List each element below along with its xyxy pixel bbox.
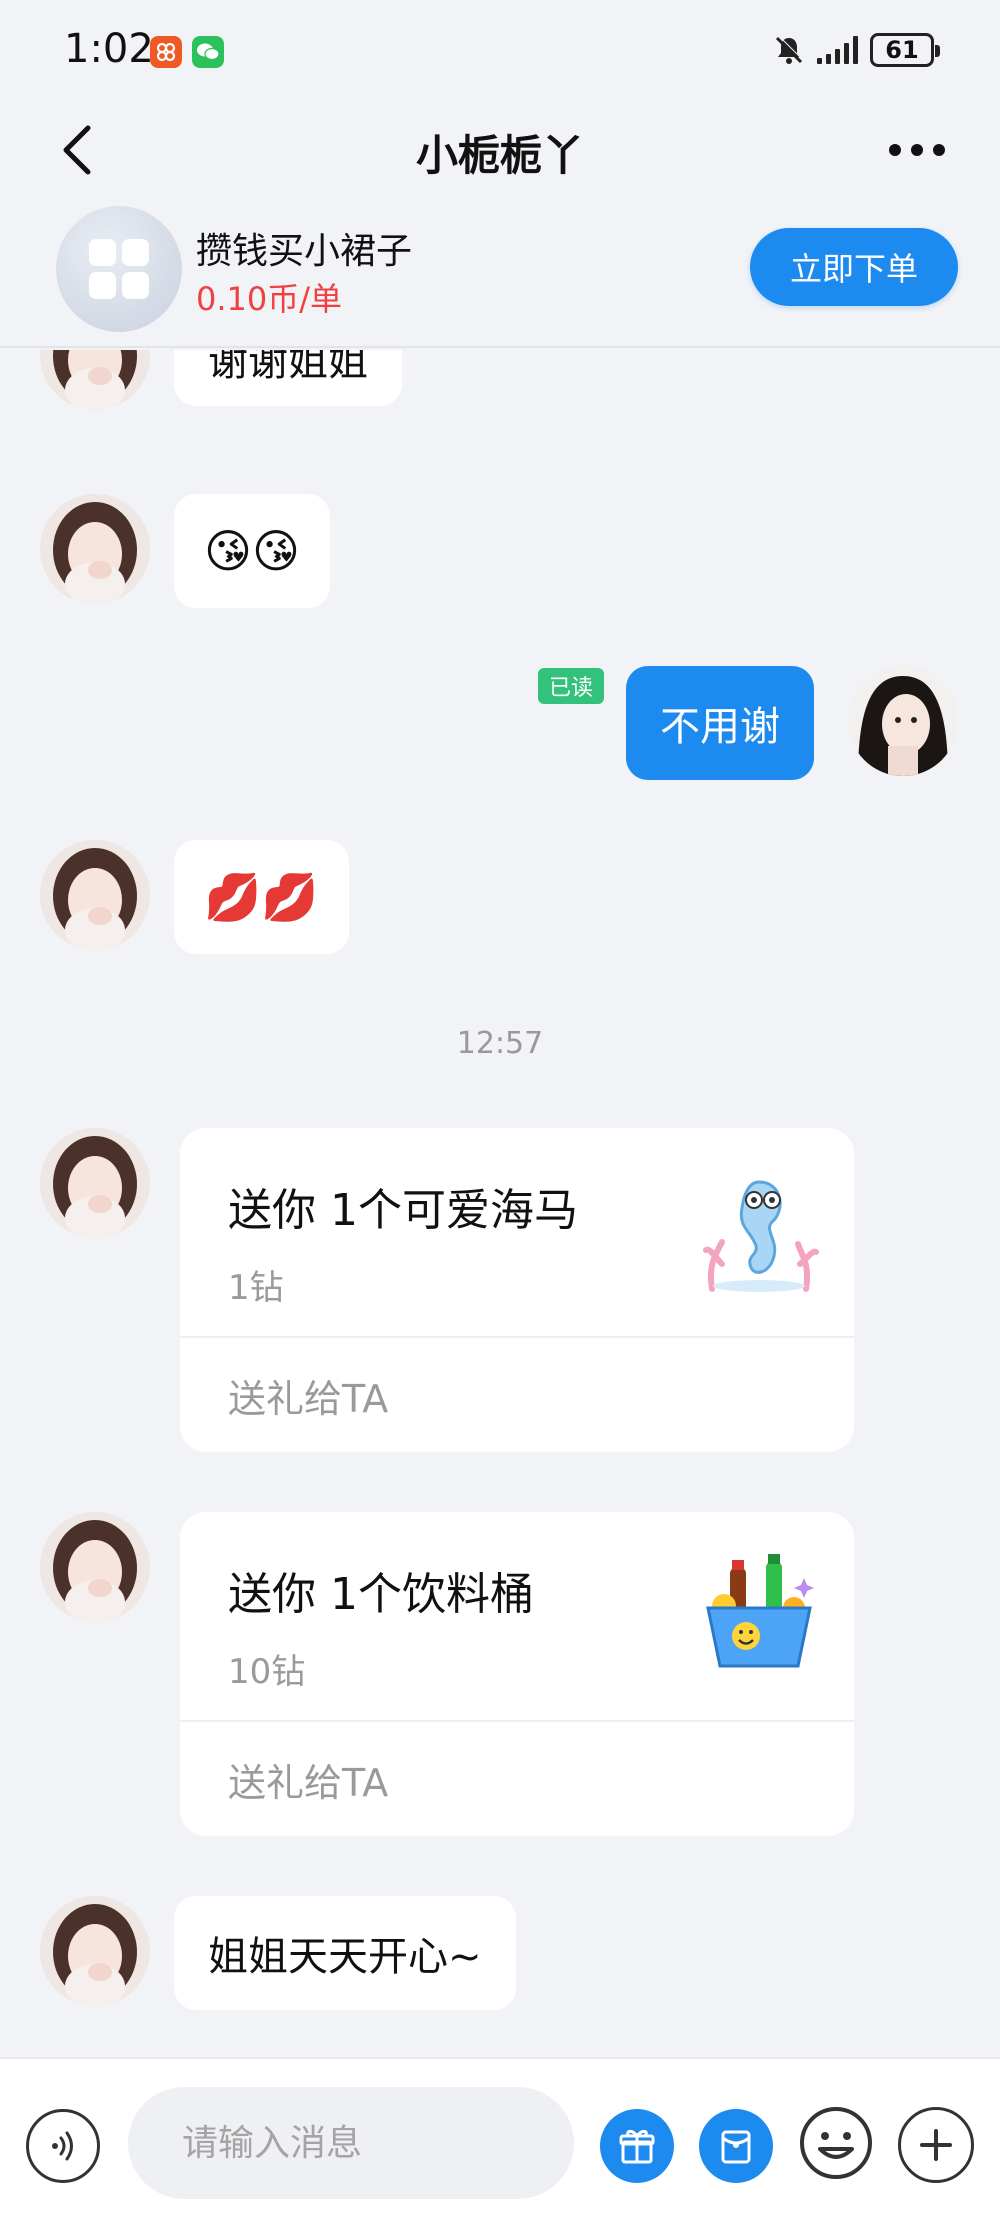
gift-card[interactable]: 送你 1个可爱海马 1钻 送礼给TA [180, 1128, 854, 1452]
emoji-text: 😘😘 [204, 524, 300, 578]
emoji-text: 💋💋 [204, 869, 319, 924]
order-banner: 攒钱买小裙子 0.10币/单 立即下单 [0, 200, 1000, 348]
chat-messages[interactable]: 谢谢姐姐 😘😘 已读 不用谢 💋💋 12:57 送你 1个可爱海马 1钻 送礼给… [0, 350, 1000, 2057]
contact-avatar[interactable] [40, 350, 150, 410]
input-bar [0, 2057, 1000, 2225]
gift-price: 10钻 [228, 1652, 306, 1692]
contact-avatar[interactable] [40, 1128, 150, 1238]
more-button[interactable] [882, 120, 952, 180]
emoji-button[interactable] [796, 2103, 876, 2183]
gift-title: 送你 1个饮料桶 [228, 1569, 534, 1620]
plus-icon [920, 2129, 952, 2161]
my-avatar[interactable] [848, 666, 958, 776]
send-gift-link[interactable]: 送礼给TA [228, 1368, 388, 1423]
service-avatar[interactable] [56, 206, 182, 332]
apps-grid-icon [89, 239, 149, 299]
emoji-bubble[interactable]: 💋💋 [174, 840, 349, 954]
message-text: 姐姐天天开心~ [208, 1934, 482, 1980]
my-message-bubble[interactable]: 不用谢 [626, 666, 814, 780]
battery-indicator: 61 [870, 33, 940, 67]
voice-button[interactable] [26, 2109, 100, 2183]
status-bar: 1:02 61 [0, 0, 1000, 100]
contact-avatar[interactable] [40, 1896, 150, 2006]
service-name: 攒钱买小裙子 [196, 231, 413, 272]
read-badge: 已读 [538, 668, 604, 704]
bell-off-icon [775, 35, 804, 64]
gift-icon [619, 2129, 655, 2164]
message-input[interactable] [128, 2087, 574, 2199]
red-packet-icon [721, 2130, 751, 2164]
message-bubble[interactable]: 姐姐天天开心~ [174, 1896, 516, 2010]
emoji-icon [800, 2107, 872, 2179]
seahorse-gift-icon [703, 1180, 819, 1292]
message-text: 谢谢姐姐 [208, 350, 368, 385]
voice-icon [52, 2131, 73, 2161]
contact-avatar[interactable] [40, 1512, 150, 1622]
contact-avatar[interactable] [40, 840, 150, 950]
message-timestamp: 12:57 [456, 1026, 544, 1061]
gift-card[interactable]: 送你 1个饮料桶 10钻 送礼给TA [180, 1512, 854, 1836]
drink-bucket-gift-icon [706, 1554, 814, 1668]
taobao-icon [150, 36, 182, 68]
gift-divider [180, 1720, 854, 1722]
plus-button[interactable] [898, 2107, 974, 2183]
chat-header: 小栀栀丫 [0, 100, 1000, 210]
status-icons: 61 [773, 30, 940, 70]
message-text: 不用谢 [660, 704, 780, 750]
gift-divider [180, 1336, 854, 1338]
status-time: 1:02 [64, 26, 154, 72]
emoji-bubble[interactable]: 😘😘 [174, 494, 330, 608]
gift-title: 送你 1个可爱海马 [228, 1185, 578, 1236]
cell-signal-icon [817, 36, 858, 64]
send-gift-link[interactable]: 送礼给TA [228, 1752, 388, 1807]
service-price: 0.10币/单 [196, 280, 343, 318]
page-title: 小栀栀丫 [415, 131, 584, 180]
order-now-button[interactable]: 立即下单 [750, 228, 958, 306]
contact-avatar[interactable] [40, 494, 150, 604]
gift-price: 1钻 [228, 1268, 284, 1308]
red-packet-button[interactable] [699, 2109, 773, 2183]
more-dots-icon [889, 144, 901, 156]
gift-button[interactable] [600, 2109, 674, 2183]
wechat-icon [192, 36, 224, 68]
message-bubble[interactable]: 谢谢姐姐 [174, 350, 402, 406]
